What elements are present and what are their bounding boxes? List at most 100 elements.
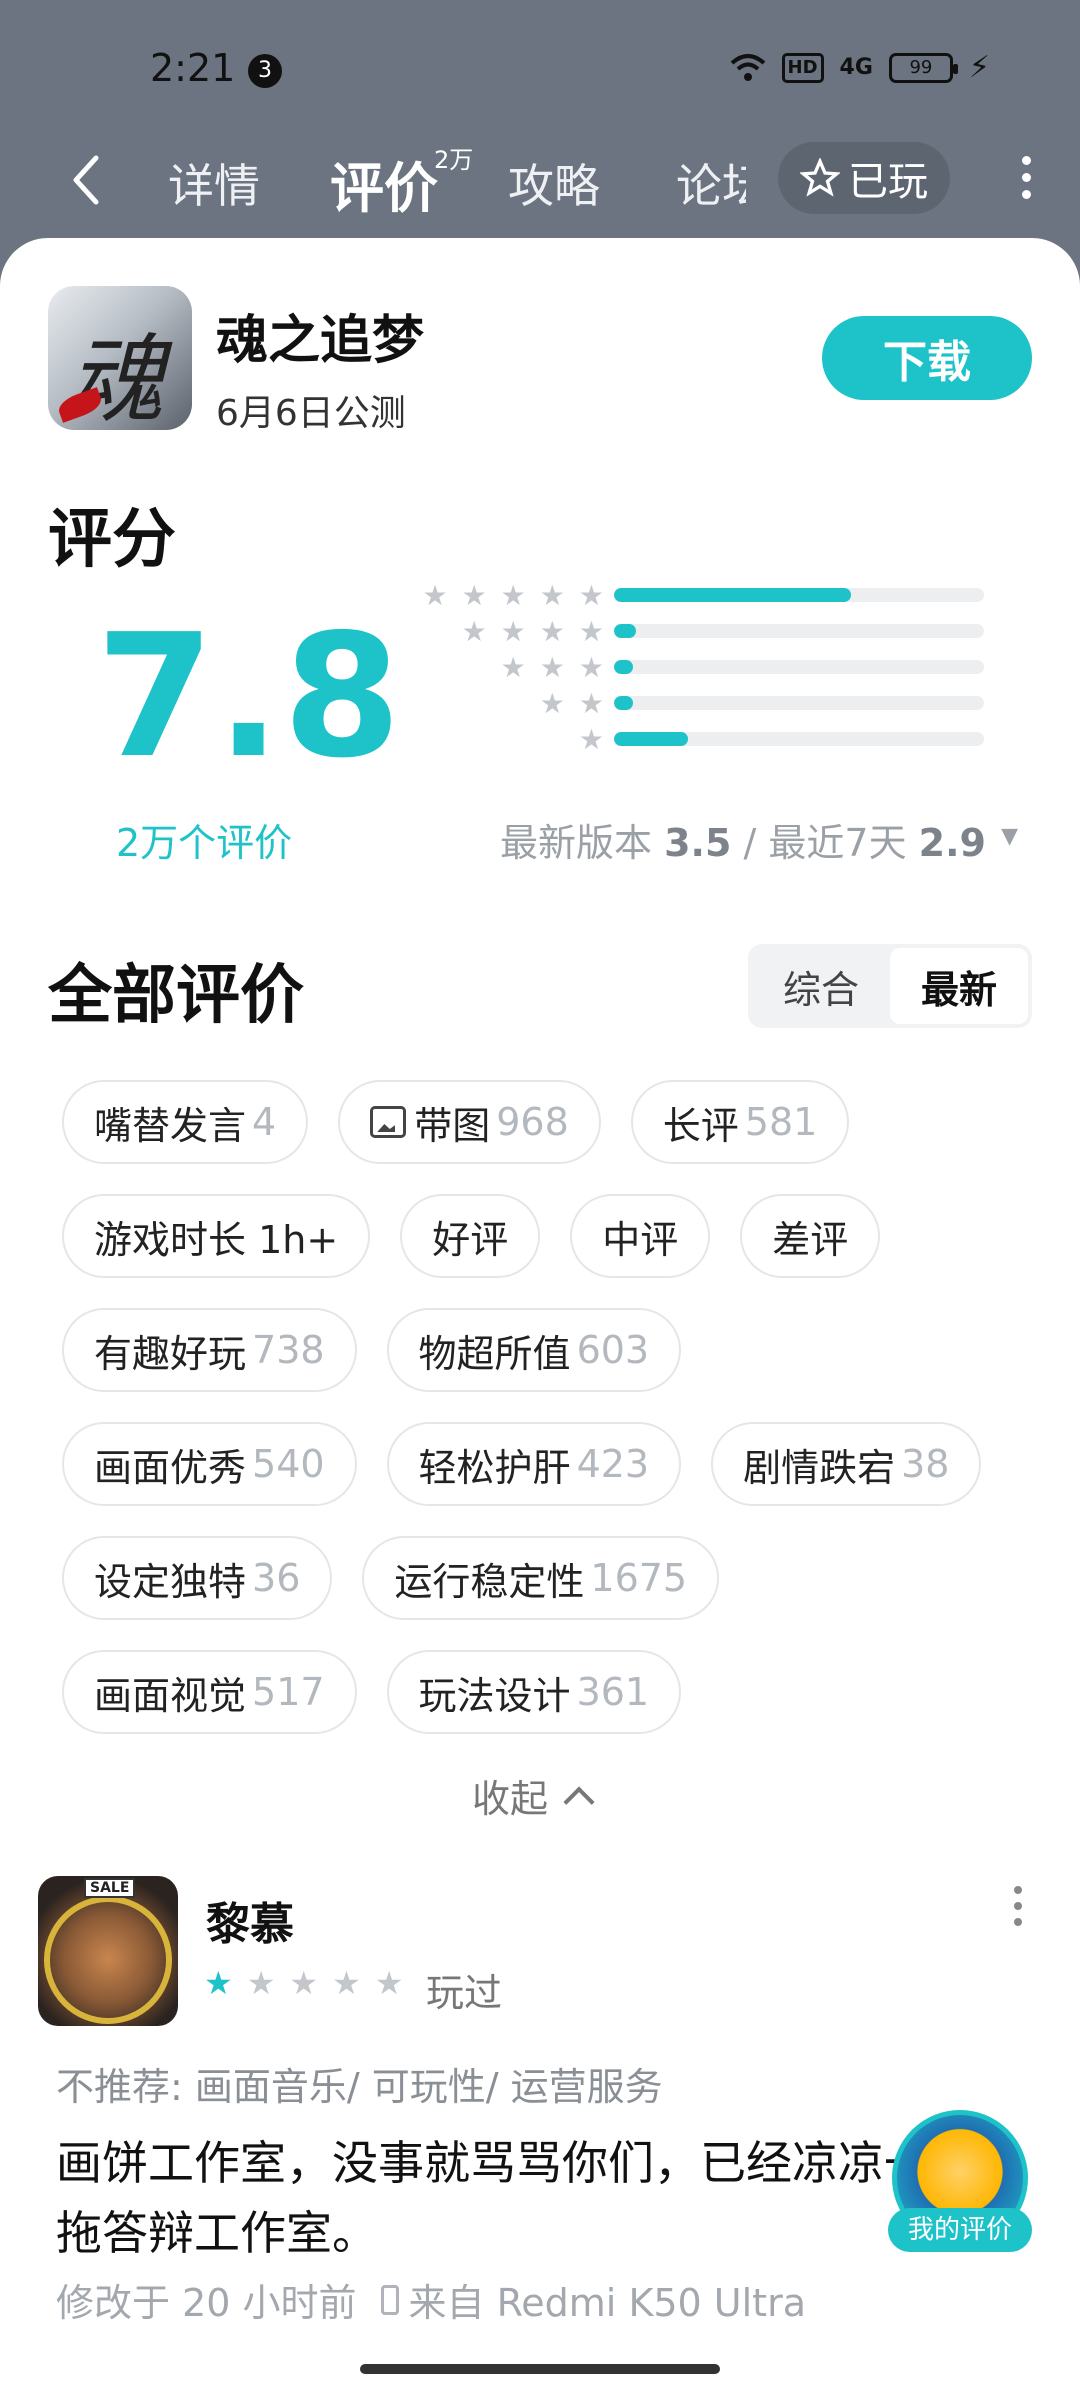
review-device: 来自 Redmi K50 Ultra <box>408 2281 806 2325</box>
filter-tag[interactable]: 轻松护肝 423 <box>386 1422 682 1506</box>
star-outline-icon <box>800 158 840 197</box>
star-icon: ★ <box>578 579 604 612</box>
filter-tag-label: 差评 <box>772 1217 849 1262</box>
tab-forum[interactable]: 论坛 <box>676 150 746 216</box>
filter-tag[interactable]: 剧情跌宕 38 <box>711 1422 982 1506</box>
caret-down-icon[interactable]: ▼ <box>1001 824 1018 849</box>
filter-tag[interactable]: 游戏时长 1h+ <box>62 1194 371 1278</box>
filter-tag-count: 603 <box>576 1328 650 1372</box>
review-username[interactable]: 黎慕 <box>206 1888 294 1952</box>
filter-tag[interactable]: 物超所值 603 <box>386 1308 682 1392</box>
rating-row-stars: ★ ★ ★ ★ <box>462 614 604 650</box>
filter-tag-count: 540 <box>252 1442 325 1486</box>
star-icon: ★ <box>578 687 604 720</box>
tab-reviews[interactable]: 评价 <box>330 144 438 223</box>
recent-score: 2.9 <box>918 821 986 865</box>
rating-row-stars: ★ ★ ★ <box>501 650 604 686</box>
filter-tag[interactable]: 画面优秀 540 <box>62 1422 357 1506</box>
rating-bar-fill <box>614 732 688 746</box>
filter-tag-count: 581 <box>744 1100 818 1144</box>
star-icon: ★ <box>578 615 604 648</box>
tag-row: 有趣好玩 738 物超所值 603 <box>62 1308 1022 1392</box>
notification-count-badge: 3 <box>248 54 282 88</box>
review-body[interactable]: 画饼工作室，没事就骂骂你们，已经凉凉一拖答辩工作室。 <box>56 2128 956 2268</box>
score-separator: / <box>743 821 757 865</box>
filter-tag[interactable]: 玩法设计 361 <box>386 1650 682 1734</box>
chevron-up-icon <box>563 1785 595 1818</box>
star-icon: ★ <box>374 1964 404 2002</box>
avatar-badge: SALE <box>84 1878 136 1898</box>
filter-tag-count: 361 <box>576 1670 650 1714</box>
rating-bar-track <box>614 624 984 638</box>
top-nav: 详情 评价 2万 攻略 论坛 已玩 <box>0 130 1080 240</box>
home-indicator[interactable] <box>360 2364 720 2374</box>
star-icon: ★ <box>246 1964 276 2002</box>
filter-tag-label: 游戏时长 1h+ <box>94 1217 339 1262</box>
star-icon: ★ <box>539 615 565 648</box>
star-icon: ★ <box>578 651 604 684</box>
review-more-icon[interactable] <box>1014 1886 1024 1934</box>
overall-score: 7.8 <box>96 598 404 796</box>
rating-bar-fill <box>614 624 637 638</box>
rating-bar-track <box>614 696 984 710</box>
tag-row: 游戏时长 1h+ 好评 中评 差评 <box>62 1194 1022 1278</box>
rating-bar-fill <box>614 660 633 674</box>
game-title: 魂之追梦 <box>216 311 425 371</box>
filter-tag[interactable]: 带图 968 <box>338 1080 601 1164</box>
filter-tag-count: 1675 <box>590 1556 688 1600</box>
filter-tag[interactable]: 差评 <box>740 1194 881 1278</box>
played-label: 已玩 <box>848 159 928 205</box>
star-icon: ★ <box>461 579 487 612</box>
all-reviews-title: 全部评价 <box>48 959 304 1033</box>
filter-tag-label: 带图 <box>414 1103 491 1148</box>
more-options-icon[interactable] <box>1022 156 1034 202</box>
filter-tag[interactable]: 画面视觉 517 <box>62 1650 357 1734</box>
filter-tag[interactable]: 设定独特 36 <box>62 1536 333 1620</box>
filter-tag[interactable]: 长评 581 <box>630 1080 850 1164</box>
tab-reviews-badge: 2万 <box>434 146 474 174</box>
filter-tag-label: 物超所值 <box>418 1331 571 1376</box>
review-filter-tags: 嘴替发言 4 带图 968 长评 581 游戏时长 1h+ 好评 中评 差评有趣好玩 738 物超所值… <box>62 1080 1022 1764</box>
filter-tag[interactable]: 有趣好玩 738 <box>62 1308 357 1392</box>
star-icon: ★ <box>332 1964 361 2002</box>
avatar[interactable]: SALE <box>38 1876 178 2026</box>
not-recommended-line: 不推荐: 画面音乐/ 可玩性/ 运营服务 <box>56 2065 663 2109</box>
latest-version-label: 最新版本 <box>499 821 652 865</box>
filter-tag-count: 968 <box>496 1100 569 1144</box>
played-button[interactable]: 已玩 <box>778 142 950 214</box>
version-scores[interactable]: 最新版本 3.5 / 最近7天 2.9 <box>500 812 986 867</box>
filter-tag-label: 画面视觉 <box>94 1673 247 1718</box>
filter-tag-label: 轻松护肝 <box>418 1445 571 1490</box>
collapse-button[interactable]: 收起 <box>472 1768 595 1823</box>
tab-detail[interactable]: 详情 <box>168 150 260 216</box>
phone-icon <box>380 2284 399 2315</box>
tab-guide[interactable]: 攻略 <box>508 150 600 216</box>
battery-icon: 99 <box>888 52 958 83</box>
my-review-button[interactable]: 我的评价 <box>888 2110 1032 2252</box>
filter-tag[interactable]: 运行稳定性 1675 <box>362 1536 720 1620</box>
filter-tag[interactable]: 嘴替发言 4 <box>62 1080 309 1164</box>
sort-option-general[interactable]: 综合 <box>752 948 890 1024</box>
score-section-title: 评分 <box>48 503 176 577</box>
tag-row: 设定独特 36 运行稳定性 1675 <box>62 1536 1022 1620</box>
rating-row-2: ★ ★ <box>396 686 996 722</box>
collapse-label: 收起 <box>472 1777 549 1821</box>
recent-label: 最近7天 <box>768 821 907 865</box>
review-count: 2万个评价 <box>116 821 293 865</box>
rating-distribution: ★ ★ ★ ★ ★ ★ ★ ★ ★ ★ ★ ★ ★ ★ ★ <box>396 578 996 758</box>
sort-option-latest[interactable]: 最新 <box>890 948 1028 1024</box>
filter-tag[interactable]: 中评 <box>570 1194 711 1278</box>
filter-tag[interactable]: 好评 <box>400 1194 541 1278</box>
game-app-icon[interactable]: 魂 <box>48 286 192 430</box>
filter-tag-label: 中评 <box>602 1217 679 1262</box>
back-icon[interactable] <box>62 150 110 210</box>
rating-row-4: ★ ★ ★ ★ <box>396 614 996 650</box>
image-icon <box>370 1106 407 1138</box>
star-icon: ★ <box>500 579 526 612</box>
filter-tag-count: 423 <box>576 1442 650 1486</box>
star-icon: ★ <box>289 1964 319 2002</box>
filter-tag-label: 长评 <box>662 1103 739 1148</box>
star-icon: ★ <box>539 579 565 612</box>
download-button[interactable]: 下载 <box>822 316 1032 400</box>
star-icon: ★ <box>500 615 526 648</box>
